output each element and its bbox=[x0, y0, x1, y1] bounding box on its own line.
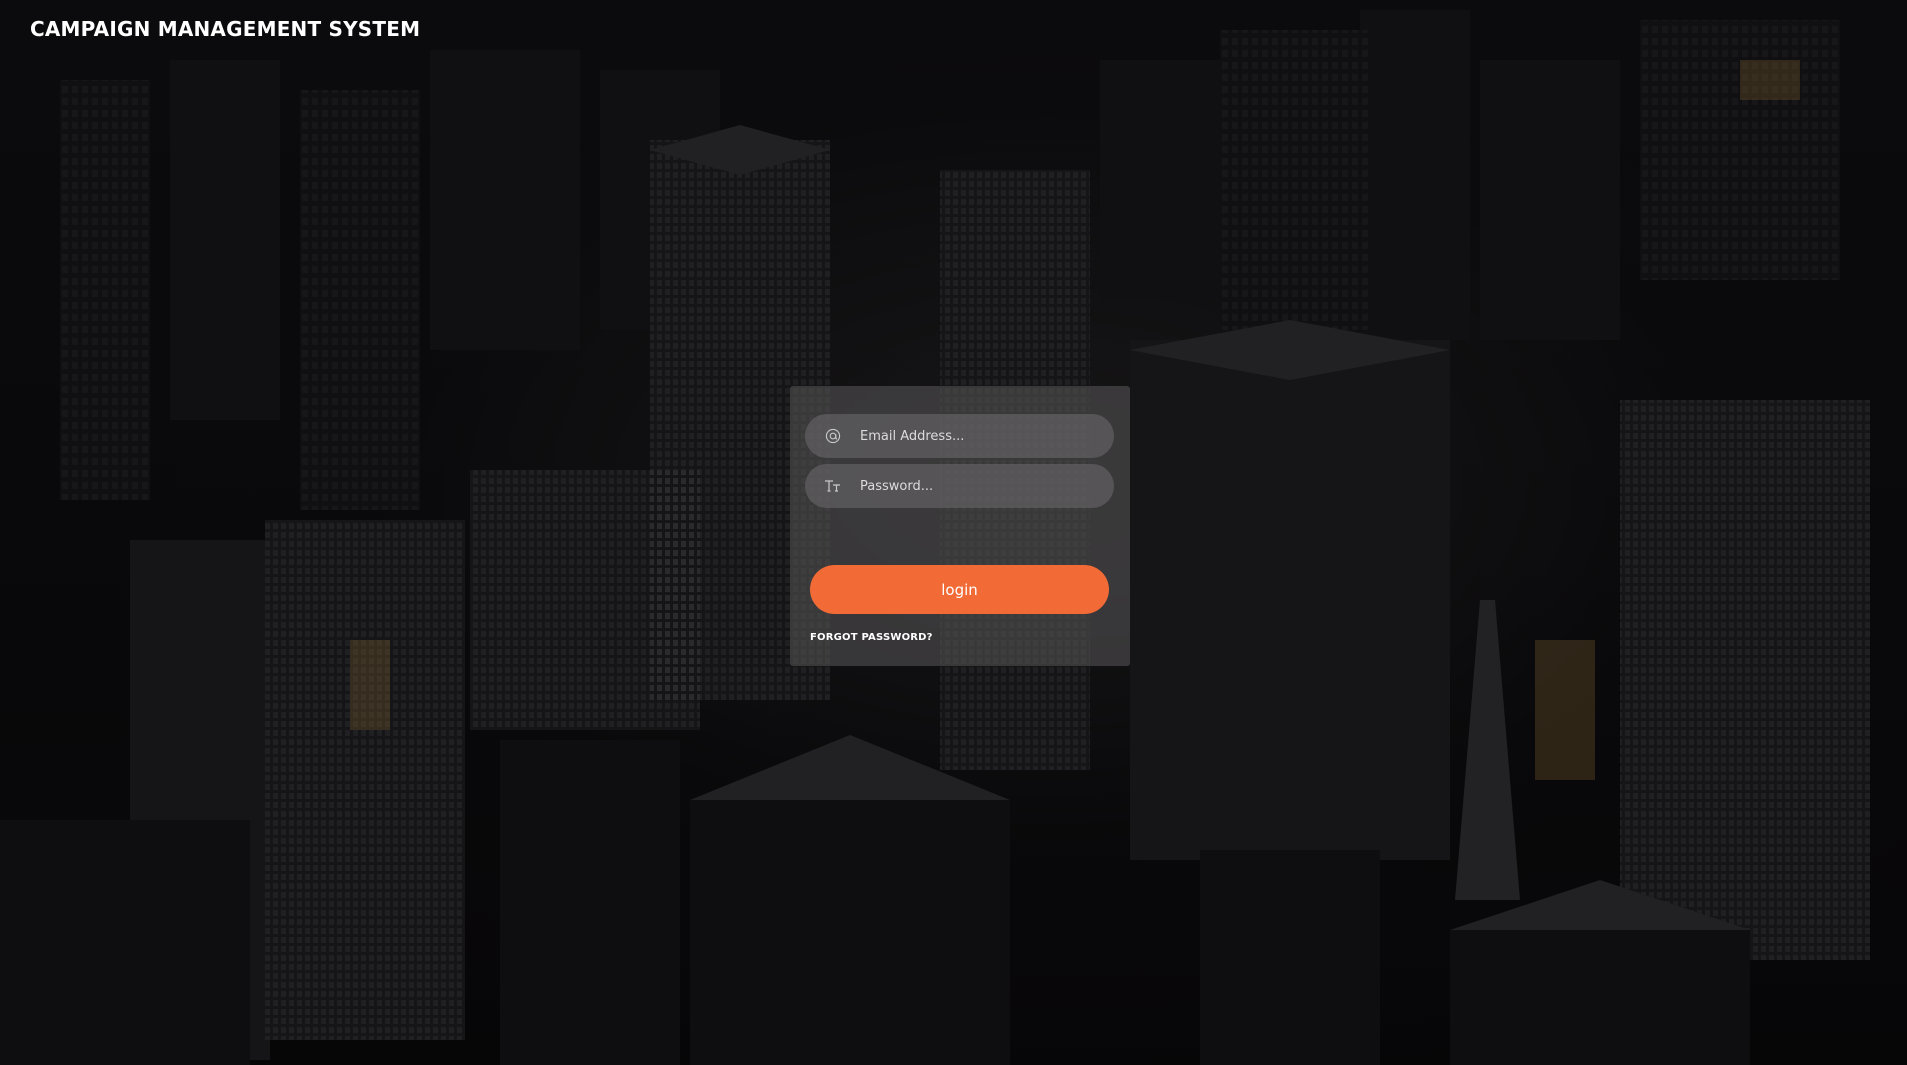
password-field[interactable] bbox=[805, 464, 1114, 508]
login-page: CAMPAIGN MANAGEMENT SYSTEM login bbox=[0, 0, 1907, 1065]
login-form: login FORGOT PASSWORD? bbox=[790, 386, 1130, 666]
forgot-password-link[interactable]: FORGOT PASSWORD? bbox=[810, 632, 933, 643]
app-title: CAMPAIGN MANAGEMENT SYSTEM bbox=[30, 17, 421, 41]
password-input[interactable] bbox=[860, 478, 1090, 494]
text-format-icon bbox=[824, 477, 842, 495]
email-field[interactable] bbox=[805, 414, 1114, 458]
login-button[interactable]: login bbox=[810, 565, 1109, 614]
at-sign-icon bbox=[824, 427, 842, 445]
email-input[interactable] bbox=[860, 428, 1090, 444]
